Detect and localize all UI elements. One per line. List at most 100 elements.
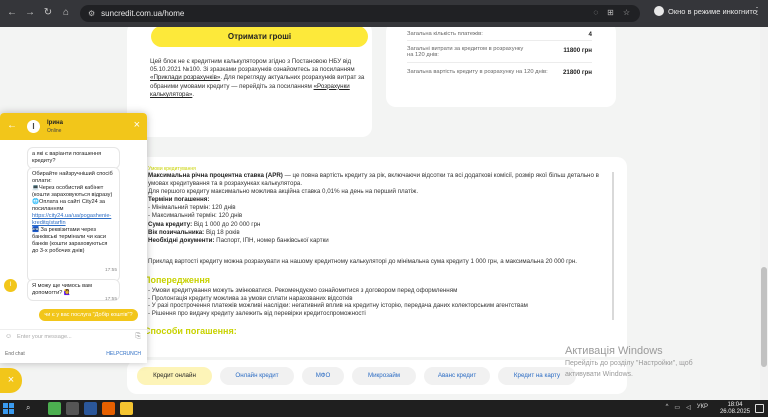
windows-start-icon[interactable] [3, 403, 14, 414]
message-time: 17:55 [105, 268, 118, 273]
first-credit-text: Для першого кредиту максимально можлива … [148, 188, 419, 196]
back-icon[interactable]: ← [4, 7, 20, 18]
volume-icon[interactable]: ◁ [686, 404, 691, 411]
summary-value: 4 [588, 31, 592, 38]
chat-messages[interactable]: а які є варіанти погашення кредиту? Обир… [0, 140, 147, 322]
message-time: 17:55 [105, 297, 118, 302]
browser-menu-icon[interactable]: ⋮ [752, 6, 762, 17]
divider [407, 40, 592, 41]
term-min: - Мінімальний термін: 120 днів [148, 204, 236, 212]
chat-input-bar: ☺ Enter your message... ⎘ [0, 329, 147, 344]
chat-message-input[interactable]: Enter your message... [17, 334, 72, 340]
summary-label: Загальні витрати за кредитом в розрахунк… [407, 46, 524, 58]
incognito-icon [654, 6, 664, 16]
page-scrollbar-thumb[interactable] [761, 267, 767, 367]
chat-message: Обирайте найзручніший спосіб оплати: 💻Че… [27, 167, 120, 282]
message-line: 🏧 За реквізитами через банківські термін… [32, 227, 108, 254]
tab-mfo[interactable]: МФО [302, 367, 344, 385]
word-taskbar-icon[interactable] [84, 402, 97, 415]
warnings-title: Попередження [144, 275, 211, 285]
search-icon[interactable]: ⌕ [26, 403, 30, 413]
docs-value: Паспорт, ІПН, номер банківської картки [214, 236, 329, 244]
terms-scrollbar[interactable] [612, 172, 614, 320]
clock-date: 26.08.2025 [719, 409, 750, 415]
explorer-taskbar-icon[interactable] [120, 402, 133, 415]
summary-label: Загальна кількість платежів: [407, 31, 483, 37]
incognito-label: Окно в режиме инкогнито [668, 6, 757, 16]
term-max: - Максимальний термін: 120 днів [148, 212, 243, 220]
app-taskbar-icon[interactable] [66, 402, 79, 415]
warning-item: - Пролонгація кредиту можлива за умови с… [148, 294, 353, 302]
summary-row: Загальна вартість кредиту в розрахунку н… [407, 69, 592, 76]
end-chat-link[interactable]: End chat [5, 351, 25, 357]
message-line: 🌐Оплата на сайті City24 за посиланням [32, 199, 105, 212]
chat-back-icon[interactable]: ← [7, 120, 17, 131]
tab-credit-online[interactable]: Кредит онлайн [137, 367, 212, 385]
docs-label: Необхідні документи: [148, 236, 215, 244]
get-money-button[interactable]: Отримати гроші [151, 27, 368, 47]
home-icon[interactable]: ⌂ [58, 7, 74, 18]
page-scrollbar[interactable] [760, 27, 768, 400]
windows-taskbar: ⌕ ^ ▭ ◁ УКР 18:04 26.08.2025 [0, 400, 768, 417]
network-icon[interactable]: ▭ [674, 404, 680, 411]
language-indicator[interactable]: УКР [697, 404, 708, 411]
browser-toolbar: ← → ↻ ⌂ ⚙ suncredit.com.ua/home ◌ ⊞ ☆ Ок… [0, 0, 768, 27]
chat-toggle-button[interactable]: × [0, 368, 22, 393]
agent-name: Ірина [47, 120, 63, 126]
warning-item: - У разі прострочення платежів можливі н… [148, 302, 528, 310]
translate-icon[interactable]: ⊞ [607, 8, 614, 17]
incognito-indicator[interactable]: Окно в режиме инкогнито [654, 6, 757, 16]
activation-line-1: Перейдіть до розділу "Настройки", щоб [565, 360, 693, 367]
notifications-icon[interactable] [755, 404, 764, 413]
payment-methods-title: Способи погашення: [144, 326, 237, 336]
forward-icon[interactable]: → [22, 7, 38, 18]
chat-widget: ← I Ірина Online × а які є варіанти пога… [0, 113, 147, 363]
chat-footer: End chat HELPCRUNCH [0, 347, 147, 361]
apr-label: Максимальна річна процентна ставка (APR) [148, 172, 283, 179]
attach-icon[interactable]: ⎘ [135, 333, 141, 341]
tab-microloan[interactable]: Микрозайм [352, 367, 416, 385]
site-info-icon[interactable]: ⚙ [88, 9, 95, 18]
clock-time: 18:04 [727, 402, 743, 408]
term-label: Терміни погашення: [148, 196, 210, 204]
examples-link[interactable]: «Приклади розрахунків» [150, 74, 220, 81]
firefox-taskbar-icon[interactable] [102, 402, 115, 415]
credit-terms: Максимальна річна процентна ставка (APR)… [148, 172, 610, 245]
disclaimer-text-1: Цей блок не є кредитним калькулятором зг… [150, 58, 355, 74]
eye-off-icon[interactable]: ◌ [593, 8, 598, 17]
calculator-disclaimer: Цей блок не є кредитним калькулятором зг… [150, 58, 372, 99]
tray-chevron-icon[interactable]: ^ [666, 404, 669, 411]
tab-advance-credit[interactable]: Аванс кредит [424, 367, 490, 385]
age-label: Вік позичальника: [148, 228, 205, 236]
chat-close-icon[interactable]: × [134, 119, 140, 131]
reload-icon[interactable]: ↻ [40, 7, 56, 18]
amount-value: Від 1 000 до 20 000 грн [192, 220, 261, 228]
bookmark-star-icon[interactable]: ☆ [623, 8, 630, 17]
windows-activation-watermark: Активація Windows Перейдіть до розділу "… [565, 345, 693, 379]
chrome-taskbar-icon[interactable] [48, 402, 61, 415]
emoji-icon[interactable]: ☺ [5, 333, 12, 340]
agent-mini-avatar: I [4, 279, 17, 292]
summary-row: Загальна кількість платежів: 4 [407, 31, 592, 38]
age-value: Від 18 років [204, 228, 240, 236]
summary-value: 21800 грн [562, 69, 592, 76]
city24-link[interactable]: https://city24.ua/ua/pogashenie-kreditq/… [32, 213, 115, 227]
system-tray: ^ ▭ ◁ УКР [666, 404, 708, 411]
activation-line-2: активувати Windows. [565, 371, 633, 378]
summary-row: Загальні витрати за кредитом в розрахунк… [407, 46, 527, 58]
chat-header: ← I Ірина Online × [0, 113, 147, 140]
tab-online-credit[interactable]: Онлайн кредит [220, 367, 294, 385]
warnings-list: - Умови кредитування можуть змінюватися.… [148, 287, 608, 317]
divider [407, 62, 592, 63]
example-text: Приклад вартості кредиту можна розрахува… [148, 258, 577, 265]
taskbar-clock[interactable]: 18:04 26.08.2025 [720, 402, 750, 416]
message-line: Обирайте найзручніший спосіб оплати: [32, 171, 113, 184]
address-bar[interactable]: ⚙ suncredit.com.ua/home ◌ ⊞ ☆ [80, 5, 640, 22]
summary-card [386, 27, 616, 107]
url-text: suncredit.com.ua/home [101, 9, 185, 18]
helpcrunch-brand[interactable]: HELPCRUNCH [106, 351, 141, 357]
disclaimer-end: . [192, 90, 195, 98]
warning-item: - Рішення про видачу кредиту залежить ві… [148, 309, 366, 317]
message-line: 💻Через особистий кабінет (кошти зарахову… [32, 185, 113, 198]
apr-line: Максимальна річна процентна ставка (APR)… [148, 172, 610, 188]
